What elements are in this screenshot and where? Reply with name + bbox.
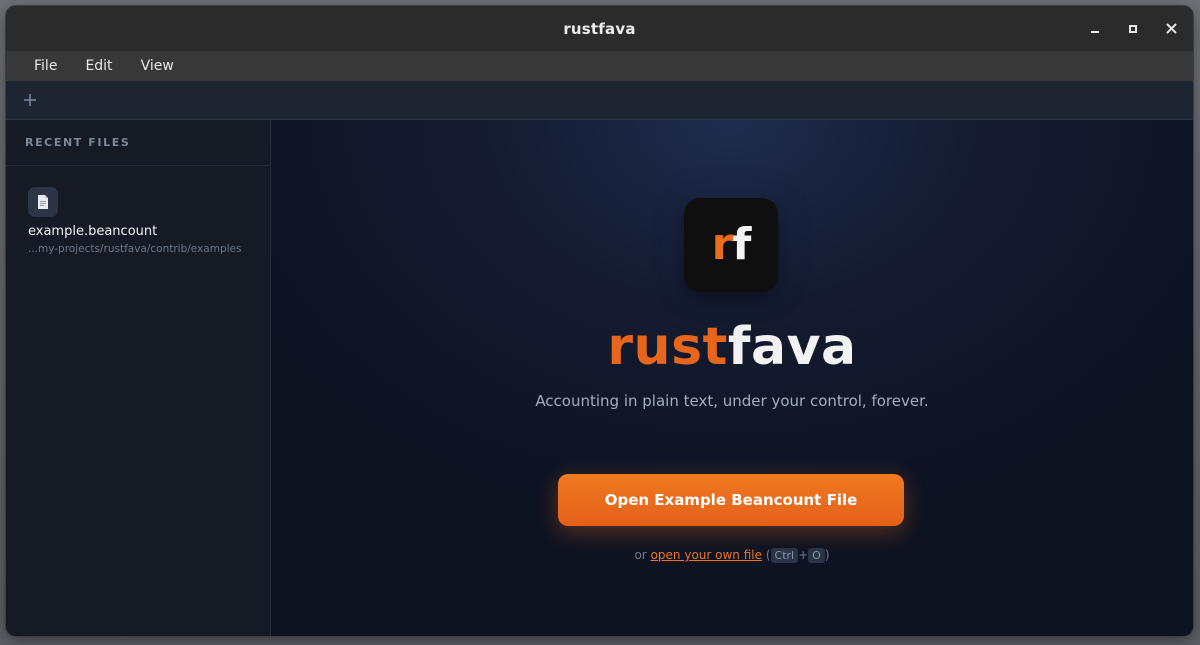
menu-view[interactable]: View (129, 54, 186, 78)
kbd-ctrl: Ctrl (770, 548, 799, 563)
kbd-o: O (808, 548, 825, 563)
app-window: rustfava File Edit View RECENT FILES exa… (6, 6, 1193, 636)
minimize-icon (1091, 30, 1099, 33)
add-tab-button[interactable] (19, 89, 41, 111)
shortcut-close-paren: ) (824, 548, 830, 562)
file-icon (28, 187, 58, 217)
sidebar-header: RECENT FILES (6, 120, 270, 166)
recent-file-item[interactable]: example.beancount ...my-projects/rustfav… (6, 167, 270, 267)
welcome-panel: rf rustfava Accounting in plain text, un… (271, 120, 1193, 636)
recent-file-name: example.beancount (28, 224, 158, 239)
window-title: rustfava (563, 19, 636, 38)
shortcut-open-paren: ( (765, 548, 771, 562)
logo-text: rf (712, 223, 752, 267)
open-example-button[interactable]: Open Example Beancount File (558, 474, 904, 526)
sidebar: RECENT FILES example.beancount ...my-pro… (6, 120, 271, 636)
close-button[interactable] (1155, 13, 1187, 45)
recent-file-path: ...my-projects/rustfava/contrib/examples (28, 243, 242, 255)
app-logo: rf (684, 198, 778, 292)
close-icon (1166, 23, 1176, 34)
brand-part-fava: fava (727, 317, 857, 377)
minimize-button[interactable] (1079, 13, 1111, 45)
maximize-icon (1129, 24, 1137, 33)
brand-part-rust: rust (607, 317, 728, 377)
plus-icon (24, 94, 36, 106)
menu-bar: File Edit View (6, 51, 1193, 81)
shortcut-plus: + (798, 548, 809, 562)
or-text: or (634, 548, 647, 562)
window-controls (1079, 6, 1187, 51)
tagline: Accounting in plain text, under your con… (535, 392, 929, 410)
menu-file[interactable]: File (22, 54, 69, 78)
title-bar: rustfava (6, 6, 1193, 51)
logo-letter-f: f (732, 219, 751, 270)
desktop-background: rustfava File Edit View RECENT FILES exa… (0, 0, 1200, 645)
logo-letter-r: r (711, 219, 734, 270)
brand-name: rustfava (271, 316, 1193, 378)
document-icon (38, 195, 48, 209)
open-own-file-link[interactable]: open your own file (651, 548, 762, 562)
tab-bar (6, 81, 1193, 120)
open-file-hint: or open your own file (Ctrl + O) (271, 548, 1193, 563)
maximize-button[interactable] (1117, 13, 1149, 45)
recent-files-heading: RECENT FILES (25, 136, 131, 149)
menu-edit[interactable]: Edit (73, 54, 124, 78)
